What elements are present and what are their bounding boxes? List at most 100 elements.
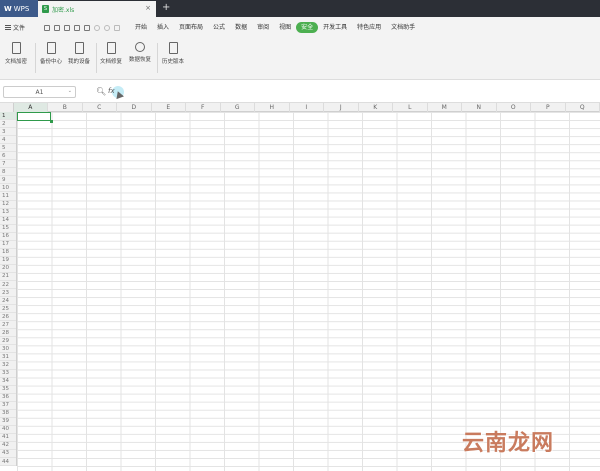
new-tab-button[interactable]: + [162, 2, 170, 14]
row-header-30[interactable]: 30 [0, 345, 16, 354]
undo-icon[interactable] [94, 24, 100, 31]
version-history-button[interactable]: 历史版本 [162, 42, 184, 65]
column-header-n[interactable]: N [462, 103, 497, 112]
chevron-down-icon[interactable]: ⌄ [68, 88, 72, 94]
row-header-12[interactable]: 12 [0, 201, 16, 209]
ribbon-divider [35, 43, 36, 73]
redo-icon[interactable] [104, 24, 110, 31]
file-menu-button[interactable]: 文件 [0, 23, 44, 32]
row-header-13[interactable]: 13 [0, 209, 16, 217]
column-header-g[interactable]: G [221, 103, 255, 112]
row-header-43[interactable]: 43 [0, 450, 16, 459]
close-tab-icon[interactable]: × [145, 4, 151, 12]
row-header-22[interactable]: 22 [0, 281, 16, 290]
format-painter-icon[interactable] [54, 24, 60, 31]
row-header-11[interactable]: 11 [0, 192, 16, 201]
data-recovery-button[interactable]: 数据恢复 [129, 42, 151, 63]
encrypt-document-button[interactable]: 文档加密 [5, 42, 27, 65]
menu-item-view[interactable]: 视图 [274, 22, 296, 33]
row-header-6[interactable]: 6 [0, 152, 16, 161]
row-header-19[interactable]: 19 [0, 257, 16, 265]
row-header-4[interactable]: 4 [0, 136, 16, 145]
menu-item-data[interactable]: 数据 [230, 22, 252, 33]
row-header-31[interactable]: 31 [0, 353, 16, 362]
column-header-a[interactable]: A [13, 103, 48, 112]
row-header-28[interactable]: 28 [0, 329, 16, 338]
row-header-33[interactable]: 33 [0, 370, 16, 378]
search-icon[interactable]: 🔍︎ [96, 87, 106, 96]
row-header-38[interactable]: 38 [0, 410, 16, 418]
column-header-c[interactable]: C [83, 103, 117, 112]
backup-center-button[interactable]: 备份中心 [40, 42, 62, 65]
menu-item-special-apps[interactable]: 特色应用 [352, 22, 386, 33]
column-header-p[interactable]: P [531, 103, 566, 112]
formula-input[interactable] [128, 86, 596, 98]
row-header-23[interactable]: 23 [0, 289, 16, 298]
column-header-i[interactable]: I [290, 103, 324, 112]
row-header-44[interactable]: 44 [0, 458, 16, 467]
menu-item-page-layout[interactable]: 页面布局 [174, 22, 208, 33]
row-header-37[interactable]: 37 [0, 402, 16, 410]
row-header-21[interactable]: 21 [0, 273, 16, 281]
row-header-1[interactable]: 1 [0, 112, 16, 121]
document-tab[interactable]: S 加密.xls × [38, 1, 156, 17]
menu-item-start[interactable]: 开始 [130, 22, 152, 33]
menu-item-formula[interactable]: 公式 [208, 22, 230, 33]
row-header-15[interactable]: 15 [0, 225, 16, 233]
column-header-q[interactable]: Q [566, 103, 600, 112]
device-icon [74, 42, 84, 54]
select-all-corner[interactable] [0, 103, 14, 112]
column-header-o[interactable]: O [497, 103, 531, 112]
menu-item-review[interactable]: 审阅 [252, 22, 274, 33]
column-header-f[interactable]: F [186, 103, 221, 112]
column-header-h[interactable]: H [255, 103, 290, 112]
cell-area[interactable] [17, 112, 600, 471]
row-header-16[interactable]: 16 [0, 233, 16, 241]
column-header-k[interactable]: K [359, 103, 393, 112]
row-header-20[interactable]: 20 [0, 265, 16, 273]
row-header-32[interactable]: 32 [0, 361, 16, 370]
row-header-3[interactable]: 3 [0, 128, 16, 137]
menu-item-developer[interactable]: 开发工具 [318, 22, 352, 33]
menu-item-insert[interactable]: 插入 [152, 22, 174, 33]
row-header-41[interactable]: 41 [0, 434, 16, 442]
menu-item-doc-assistant[interactable]: 文档助手 [386, 22, 420, 33]
column-header-d[interactable]: D [117, 103, 152, 112]
row-header-9[interactable]: 9 [0, 176, 16, 185]
row-header-25[interactable]: 25 [0, 305, 16, 314]
column-header-j[interactable]: J [324, 103, 359, 112]
row-header-17[interactable]: 17 [0, 241, 16, 249]
name-box[interactable]: A1 ⌄ [3, 86, 76, 98]
menu-item-security[interactable]: 安全 [296, 22, 319, 33]
row-header-8[interactable]: 8 [0, 168, 16, 177]
row-header-29[interactable]: 29 [0, 337, 16, 346]
row-header-42[interactable]: 42 [0, 442, 16, 450]
print-icon[interactable] [74, 24, 80, 31]
row-header-2[interactable]: 2 [0, 120, 16, 129]
row-header-26[interactable]: 26 [0, 313, 16, 322]
row-header-34[interactable]: 34 [0, 378, 16, 386]
print-preview-icon[interactable] [64, 24, 70, 31]
column-header-e[interactable]: E [152, 103, 186, 112]
export-icon[interactable] [84, 24, 90, 31]
wps-home-tab[interactable]: W WPS [0, 0, 38, 17]
my-devices-button[interactable]: 我的设备 [68, 42, 90, 65]
document-repair-button[interactable]: 文档修复 [100, 42, 122, 65]
row-header-36[interactable]: 36 [0, 394, 16, 402]
row-header-18[interactable]: 18 [0, 249, 16, 257]
row-header-14[interactable]: 14 [0, 217, 16, 225]
row-header-35[interactable]: 35 [0, 386, 16, 394]
row-header-5[interactable]: 5 [0, 144, 16, 153]
row-header-40[interactable]: 40 [0, 426, 16, 434]
row-header-39[interactable]: 39 [0, 418, 16, 426]
row-header-10[interactable]: 10 [0, 184, 16, 193]
row-header-27[interactable]: 27 [0, 321, 16, 330]
more-icon[interactable] [114, 24, 120, 31]
column-header-b[interactable]: B [48, 103, 83, 112]
row-header-24[interactable]: 24 [0, 297, 16, 306]
column-header-l[interactable]: L [393, 103, 428, 112]
active-cell-a1[interactable] [17, 112, 53, 123]
row-header-7[interactable]: 7 [0, 160, 16, 169]
column-header-m[interactable]: M [428, 103, 462, 112]
save-icon[interactable] [44, 24, 50, 31]
